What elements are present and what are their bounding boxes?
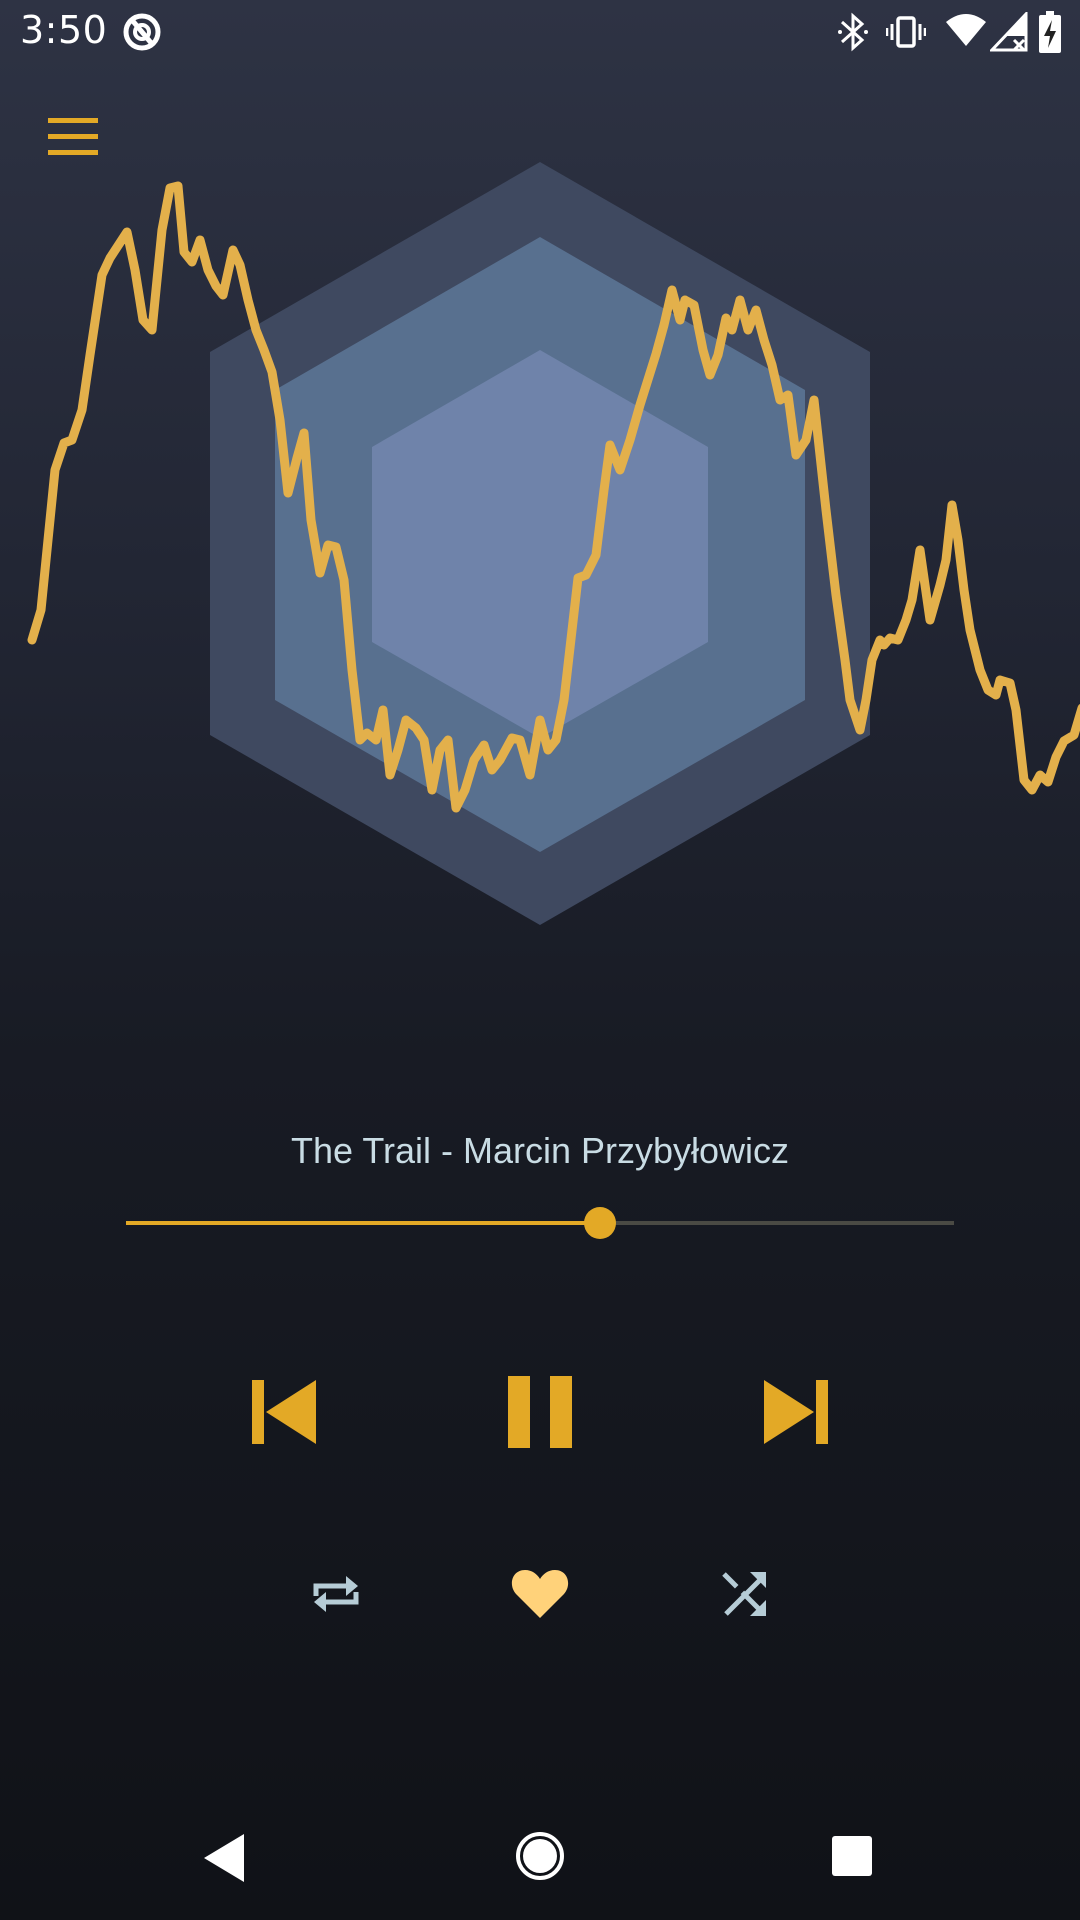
back-button[interactable]	[200, 1830, 250, 1886]
favorite-button[interactable]	[510, 1566, 570, 1622]
home-button[interactable]	[514, 1830, 566, 1882]
heart-icon	[511, 1570, 569, 1618]
previous-button[interactable]	[244, 1372, 324, 1452]
cellular-no-data-icon	[990, 12, 1028, 52]
skip-previous-icon	[252, 1380, 316, 1444]
seek-thumb[interactable]	[583, 1207, 616, 1239]
next-button[interactable]	[756, 1372, 836, 1452]
repeat-icon	[313, 1576, 359, 1612]
navigation-bar	[0, 1800, 1080, 1920]
seek-slider[interactable]	[126, 1203, 954, 1243]
shuffle-icon	[722, 1572, 766, 1616]
pause-icon	[508, 1376, 572, 1448]
do-not-disturb-icon	[123, 13, 161, 51]
skip-next-icon	[764, 1380, 828, 1444]
bluetooth-icon	[838, 12, 868, 52]
audio-visualizer	[27, 162, 1080, 925]
play-pause-button[interactable]	[500, 1372, 580, 1452]
battery-charging-icon	[1039, 11, 1061, 53]
vibrate-icon	[886, 16, 926, 48]
status-time: 3:50	[20, 8, 108, 52]
back-triangle-icon	[204, 1834, 244, 1882]
repeat-button[interactable]	[308, 1566, 364, 1622]
seek-progress-fill	[126, 1221, 600, 1225]
home-circle-icon	[516, 1832, 564, 1880]
track-title: The Trail - Marcin Przybyłowicz	[290, 1130, 790, 1171]
recents-button[interactable]	[830, 1834, 874, 1878]
recents-square-icon	[832, 1836, 872, 1876]
wifi-icon	[946, 14, 986, 46]
status-bar: 3:50	[0, 0, 1080, 64]
shuffle-button[interactable]	[716, 1566, 772, 1622]
